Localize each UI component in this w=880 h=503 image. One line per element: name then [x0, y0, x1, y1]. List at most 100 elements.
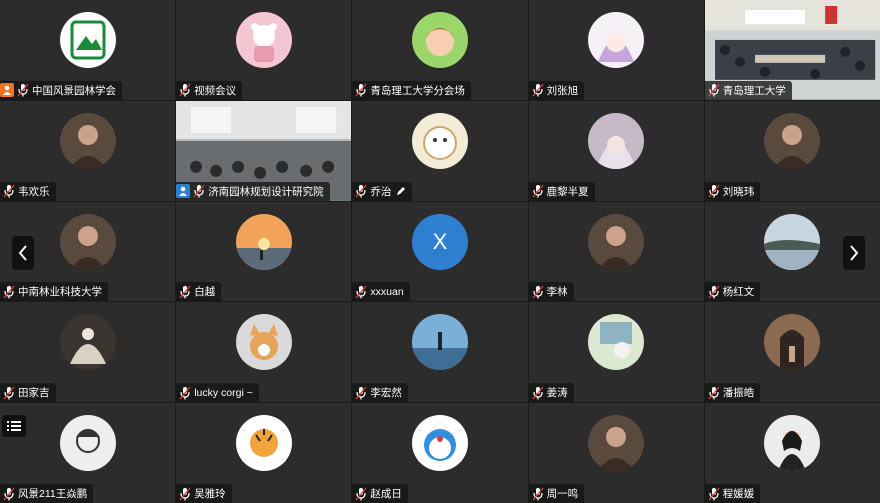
participant-label: 潘振皓: [704, 383, 761, 403]
photo-avatar-icon: [588, 415, 645, 472]
participant-tile[interactable]: 青岛理工大学: [704, 0, 880, 100]
participant-label: 风景211王焱鹏: [0, 484, 94, 503]
microphone-icon: [355, 285, 367, 299]
participant-name: 李宏然: [370, 387, 402, 400]
participant-tile[interactable]: 鹿黎半夏: [528, 100, 704, 201]
participant-name: 赵成日: [370, 488, 402, 500]
participant-label: 乔治: [352, 181, 413, 201]
cartoon-avatar-icon: [411, 112, 468, 169]
participant-name: 青岛理工大学: [722, 84, 786, 97]
participant-tile[interactable]: 田家吉: [0, 302, 176, 403]
participant-name: 杨红文: [722, 286, 755, 299]
participant-tile[interactable]: 济南园林规划设计研究院: [176, 100, 352, 201]
microphone-icon: [3, 386, 15, 400]
chevron-right-icon: [850, 245, 859, 261]
participant-label: 中国风景园林学会: [0, 80, 122, 100]
microphone-icon: [179, 487, 191, 500]
participant-grid: 中国风景园林学会 视频会议 青岛理工大学分会场 刘张旭 青岛理工大学韦欢乐 济南园林规划设…: [0, 0, 880, 503]
microphone-icon: [193, 184, 205, 198]
cla-logo-icon: [59, 12, 116, 68]
list-icon: [7, 421, 21, 431]
participant-label: 白越: [176, 282, 222, 302]
participant-tile[interactable]: 赵成日: [352, 403, 528, 503]
bear-avatar-icon: [235, 12, 292, 68]
statue-avatar-icon: [59, 314, 116, 371]
participant-name: 李林: [546, 286, 568, 299]
participant-tile[interactable]: 潘振皓: [704, 302, 880, 403]
participant-label: 赵成日: [352, 484, 408, 503]
participant-tile[interactable]: 李宏然: [352, 302, 528, 403]
participant-label: 吴雅玲: [176, 484, 232, 503]
participant-tile[interactable]: lucky corgi ~: [176, 302, 352, 403]
microphone-icon: [708, 83, 720, 97]
microphone-icon: [355, 386, 367, 400]
host-user-icon: [3, 85, 11, 96]
participant-tile[interactable]: 乔治: [352, 100, 528, 201]
participant-name: 济南园林规划设计研究院: [208, 185, 324, 198]
participant-label: 视频会议: [176, 80, 243, 100]
photo-avatar-icon: [588, 213, 645, 270]
host-badge: [0, 83, 14, 98]
microphone-icon: [179, 285, 191, 299]
participant-label: xxxuan: [352, 282, 410, 302]
participant-tile[interactable]: 青岛理工大学分会场: [352, 0, 528, 100]
host-badge: [176, 184, 191, 199]
letter-avatar: X: [411, 213, 468, 270]
participant-tile[interactable]: 刘晓玮: [704, 100, 880, 201]
list-view-button[interactable]: [2, 415, 26, 437]
participant-tile[interactable]: Xxxxuan: [352, 201, 528, 302]
participant-name: 风景211王焱鹏: [18, 488, 88, 500]
anime-avatar-icon: [588, 112, 645, 169]
participant-label: 周一鸣: [528, 484, 585, 503]
participant-label: 济南园林规划设计研究院: [176, 181, 330, 201]
lake-avatar-icon: [764, 213, 821, 270]
participant-tile[interactable]: 姜涛: [528, 302, 704, 403]
microphone-icon: [355, 83, 367, 97]
participant-tile[interactable]: 视频会议: [176, 0, 352, 100]
next-page-button[interactable]: [843, 236, 865, 270]
microphone-icon: [3, 285, 15, 299]
cartoon-girl-avatar-icon: [411, 12, 468, 68]
microphone-icon: [179, 386, 191, 400]
microphone-icon: [532, 285, 544, 299]
participant-label: 田家吉: [0, 383, 56, 403]
tiger-avatar-icon: [235, 415, 292, 472]
participant-tile[interactable]: 中国风景园林学会: [0, 0, 176, 100]
participant-label: 青岛理工大学: [704, 80, 792, 100]
participant-tile[interactable]: 白越: [176, 201, 352, 302]
participant-tile[interactable]: 吴雅玲: [176, 403, 352, 503]
participant-label: lucky corgi ~: [176, 383, 259, 403]
participant-name: 潘振皓: [722, 387, 755, 400]
chevron-left-icon: [18, 245, 27, 261]
participant-tile[interactable]: 韦欢乐: [0, 100, 176, 201]
microphone-icon: [355, 487, 367, 500]
participant-tile[interactable]: 李林: [528, 201, 704, 302]
participant-name: 姜涛: [546, 387, 568, 400]
participant-tile[interactable]: 程媛媛: [704, 403, 880, 503]
microphone-icon: [3, 487, 15, 500]
portrait-avatar-icon: [764, 415, 821, 472]
participant-name: xxxuan: [370, 285, 404, 298]
participant-tile[interactable]: 刘张旭: [528, 0, 704, 100]
microphone-icon: [532, 184, 544, 198]
participant-label: 鹿黎半夏: [528, 181, 595, 201]
sunset-avatar-icon: [235, 213, 292, 270]
participant-name: 乔治: [370, 185, 392, 198]
participant-name: 中国风景园林学会: [32, 84, 116, 97]
previous-page-button[interactable]: [12, 236, 34, 270]
microphone-icon: [179, 83, 191, 97]
participant-name: 刘晓玮: [722, 185, 755, 198]
arch-avatar-icon: [764, 314, 821, 371]
microphone-icon: [355, 184, 367, 198]
participant-name: 吴雅玲: [194, 488, 226, 500]
participant-tile[interactable]: 周一鸣: [528, 403, 704, 503]
microphone-icon: [17, 83, 29, 97]
edit-name-icon[interactable]: [396, 186, 406, 196]
participant-label: 李宏然: [352, 383, 408, 403]
sketch-avatar-icon: [59, 415, 116, 472]
dog-avatar-icon: [235, 314, 292, 371]
anime-girl-avatar-icon: [588, 12, 645, 68]
participant-name: 周一鸣: [546, 488, 579, 500]
participant-name: 视频会议: [194, 84, 237, 97]
participant-tile[interactable]: 风景211王焱鹏: [0, 403, 176, 503]
